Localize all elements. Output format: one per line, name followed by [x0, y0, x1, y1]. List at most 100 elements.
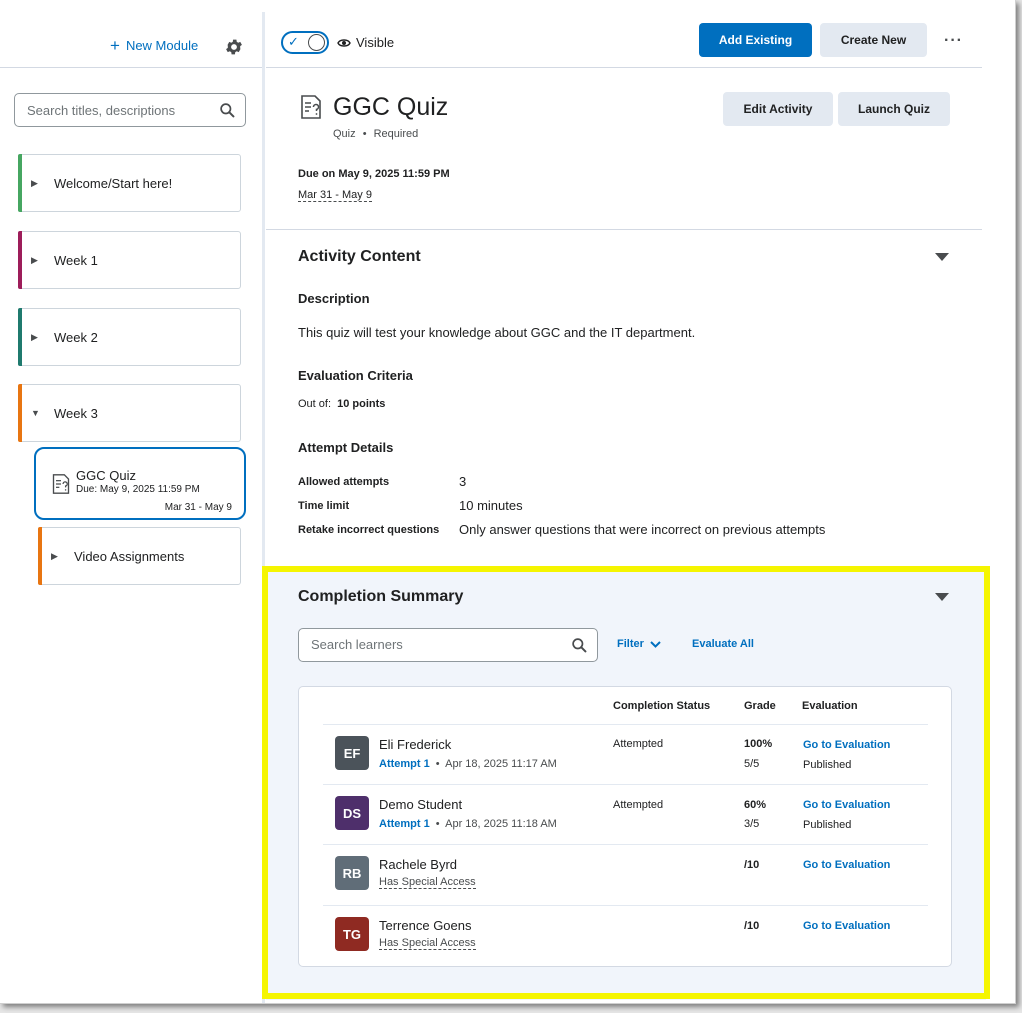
- row-divider: [323, 784, 928, 785]
- completion-status: Attempted: [613, 799, 664, 811]
- detail-label: Retake incorrect questions: [298, 524, 440, 536]
- quiz-icon: [301, 95, 321, 119]
- attempt-link[interactable]: Attempt 1: [379, 818, 430, 830]
- caret-right-icon[interactable]: ▶: [31, 178, 38, 189]
- special-access-label[interactable]: Has Special Access: [379, 937, 476, 950]
- page-title: GGC Quiz: [333, 93, 449, 121]
- quiz-item-title: GGC Quiz: [76, 468, 136, 483]
- grade-percent: /10: [744, 859, 760, 871]
- quiz-item-due: Due: May 9, 2025 11:59 PM: [76, 484, 200, 495]
- completion-summary-heading: Completion Summary: [298, 588, 464, 605]
- toggle-knob: [308, 34, 325, 51]
- go-to-evaluation-link[interactable]: Go to Evaluation: [803, 920, 890, 932]
- visibility-toggle[interactable]: ✓: [281, 31, 329, 54]
- sidebar-search-input[interactable]: [27, 102, 213, 118]
- app-frame: + New Module ▶ Welcome/Start here! ▶ Wee…: [0, 0, 1016, 1004]
- module-label: Welcome/Start here!: [54, 175, 173, 191]
- completion-status: Attempted: [613, 738, 664, 750]
- learner-name: Rachele Byrd: [379, 857, 458, 872]
- learner-search-input[interactable]: [311, 637, 561, 652]
- learner-attempt-info: Attempt 1 • Apr 18, 2025 11:17 AM: [379, 758, 557, 770]
- gear-icon[interactable]: [224, 37, 244, 57]
- completion-table: Completion Status Grade Evaluation EF El…: [298, 686, 952, 967]
- column-header-status: Completion Status: [613, 700, 711, 712]
- collapse-caret-icon[interactable]: [935, 593, 949, 601]
- detail-value: 3: [459, 474, 467, 489]
- module-week-1[interactable]: ▶ Week 1: [18, 231, 241, 289]
- attempt-date: Apr 18, 2025 11:18 AM: [445, 818, 557, 830]
- create-new-button[interactable]: Create New: [820, 23, 927, 57]
- module-color-bar: [18, 384, 22, 442]
- new-module-label: New Module: [125, 38, 199, 53]
- quiz-icon: [52, 474, 70, 494]
- go-to-evaluation-link[interactable]: Go to Evaluation: [803, 859, 890, 871]
- row-divider: [323, 905, 928, 906]
- attempt-details-heading: Attempt Details: [298, 440, 394, 455]
- filter-button[interactable]: Filter: [617, 638, 661, 650]
- module-label: Week 3: [54, 405, 98, 421]
- module-label: Video Assignments: [74, 548, 185, 564]
- module-label: Week 2: [54, 329, 98, 345]
- add-existing-button[interactable]: Add Existing: [699, 23, 812, 57]
- collapse-caret-icon[interactable]: [935, 253, 949, 261]
- attempt-link[interactable]: Attempt 1: [379, 758, 430, 770]
- launch-quiz-button[interactable]: Launch Quiz: [838, 92, 950, 126]
- evaluation-status: Published: [803, 759, 852, 771]
- caret-right-icon[interactable]: ▶: [31, 332, 38, 343]
- avatar: EF: [335, 736, 369, 770]
- sidebar-search[interactable]: [14, 93, 246, 127]
- avatar: RB: [335, 856, 369, 890]
- activity-meta: Quiz • Required: [333, 128, 419, 140]
- sidebar-header: + New Module: [0, 0, 262, 68]
- search-icon[interactable]: [571, 637, 588, 654]
- out-of-value: 10 points: [337, 398, 386, 410]
- attempt-date: Apr 18, 2025 11:17 AM: [445, 758, 557, 770]
- description-text: This quiz will test your knowledge about…: [298, 325, 696, 340]
- detail-label: Time limit: [298, 500, 350, 512]
- out-of: Out of: 10 points: [298, 398, 385, 410]
- special-access-label[interactable]: Has Special Access: [379, 876, 476, 889]
- grade-percent: 100%: [744, 738, 773, 750]
- filter-label: Filter: [617, 638, 644, 650]
- grade-points: 5/5: [744, 758, 760, 770]
- detail-value: Only answer questions that were incorrec…: [459, 522, 826, 537]
- detail-value: 10 minutes: [459, 498, 523, 513]
- grade-points: 3/5: [744, 818, 760, 830]
- out-of-label: Out of:: [298, 398, 332, 410]
- module-video-assignments[interactable]: ▶ Video Assignments: [38, 527, 241, 585]
- search-icon[interactable]: [219, 102, 236, 119]
- column-header-grade: Grade: [744, 700, 776, 712]
- edit-activity-button[interactable]: Edit Activity: [723, 92, 833, 126]
- activity-content-heading: Activity Content: [298, 248, 421, 265]
- module-week-3[interactable]: ▼ Week 3: [18, 384, 241, 442]
- evaluate-all-button[interactable]: Evaluate All: [692, 638, 754, 650]
- active-quiz-item[interactable]: GGC Quiz Due: May 9, 2025 11:59 PM Mar 3…: [34, 447, 246, 520]
- module-welcome[interactable]: ▶ Welcome/Start here!: [18, 154, 241, 212]
- caret-right-icon[interactable]: ▶: [31, 255, 38, 266]
- activity-type: Quiz: [333, 128, 356, 140]
- avatar: DS: [335, 796, 369, 830]
- learner-name: Terrence Goens: [379, 918, 472, 933]
- new-module-button[interactable]: + New Module: [110, 35, 199, 55]
- module-color-bar: [18, 231, 22, 289]
- divider: [266, 229, 982, 230]
- caret-right-icon[interactable]: ▶: [51, 551, 58, 562]
- activity-required: Required: [373, 128, 419, 140]
- availability-range[interactable]: Mar 31 - May 9: [298, 189, 372, 202]
- sidebar: + New Module ▶ Welcome/Start here! ▶ Wee…: [0, 0, 264, 1003]
- visibility-status: Visible: [337, 35, 394, 50]
- more-options-icon[interactable]: ···: [944, 32, 963, 50]
- grade-percent: /10: [744, 920, 760, 932]
- chevron-down-icon: [650, 640, 661, 648]
- plus-icon: +: [110, 35, 120, 55]
- learner-name: Demo Student: [379, 797, 463, 812]
- go-to-evaluation-link[interactable]: Go to Evaluation: [803, 739, 890, 751]
- avatar: TG: [335, 917, 369, 951]
- learner-search[interactable]: [298, 628, 598, 662]
- due-date: Due on May 9, 2025 11:59 PM: [298, 168, 450, 180]
- caret-down-icon[interactable]: ▼: [31, 408, 40, 418]
- go-to-evaluation-link[interactable]: Go to Evaluation: [803, 799, 890, 811]
- module-week-2[interactable]: ▶ Week 2: [18, 308, 241, 366]
- row-divider: [323, 724, 928, 725]
- sidebar-resize-handle[interactable]: [262, 12, 265, 1003]
